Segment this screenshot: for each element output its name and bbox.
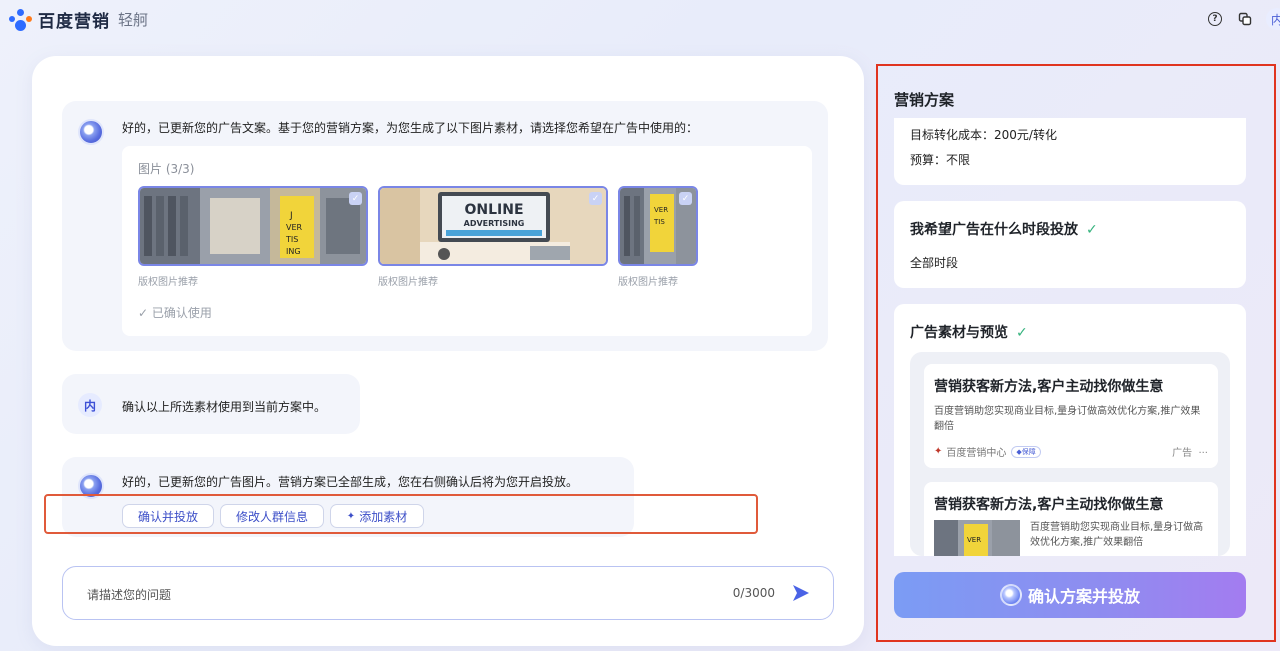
help-button[interactable]: ? [1204, 8, 1226, 30]
help-icon: ? [1208, 12, 1222, 26]
image-thumb-1[interactable]: J VER TIS ING ✓ [138, 186, 368, 266]
schedule-value: 全部时段 [910, 256, 959, 270]
online-text: ONLINE [464, 202, 523, 218]
user-message: 内 确认以上所选素材使用到当前方案中。 [62, 374, 360, 434]
svg-text:TIS: TIS [285, 235, 298, 244]
baidu-paw-icon [8, 8, 34, 31]
image-thumb-2[interactable]: ONLINE ADVERTISING ✓ [378, 186, 608, 266]
ad-preview-1[interactable]: 营销获客新方法,客户主动找你做生意 百度营销助您实现商业目标,量身订做高效优化方… [924, 364, 1218, 468]
copy-icon [1238, 12, 1252, 26]
brand-name: 百度营销 [38, 12, 110, 32]
ad-description: 百度营销助您实现商业目标,量身订做高效优化方案,推广效果翻倍 [1030, 522, 1204, 548]
highlight-box [44, 494, 758, 534]
baidu-logo-icon: ✦ [934, 446, 943, 457]
selected-check-icon: ✓ [349, 192, 362, 205]
confirm-plan-button[interactable]: 确认方案并投放 [894, 572, 1246, 618]
sub-brand-name: 轻舸 [118, 11, 149, 29]
schedule-card[interactable]: 我希望广告在什么时段投放 ✓ 全部时段 [894, 201, 1246, 288]
verified-badge: ◆ 保障 [1011, 445, 1041, 458]
logo[interactable]: 百度营销 轻舸 [8, 7, 148, 32]
svg-text:J: J [289, 211, 293, 221]
bot-avatar [78, 119, 104, 145]
check-icon: ✓ [1016, 325, 1028, 341]
plan-title: 营销方案 [894, 91, 955, 109]
bot-message: 好的，已更新您的广告文案。基于您的营销方案，为您生成了以下图片素材，请选择您希望… [62, 101, 828, 351]
user-message-avatar: 内 [78, 393, 102, 417]
top-bar: 百度营销 轻舸 ? 内 [0, 0, 1280, 38]
user-message-text: 确认以上所选素材使用到当前方案中。 [122, 400, 327, 414]
thumb-caption: 版权图片推荐 [138, 277, 198, 288]
budget: 预算：不限 [910, 153, 971, 167]
thumb-caption: 版权图片推荐 [378, 277, 438, 288]
svg-text:VER: VER [654, 206, 668, 214]
bot-message-text: 好的，已更新您的广告文案。基于您的营销方案，为您生成了以下图片素材，请选择您希望… [122, 121, 699, 135]
confirmed-status: ✓ 已确认使用 [138, 306, 212, 320]
ad-thumbnail-image: VER [934, 520, 1020, 556]
ad-title: 营销获客新方法,客户主动找你做生意 [934, 497, 1164, 513]
schedule-title: 我希望广告在什么时段投放 ✓ [910, 222, 1098, 238]
copy-button[interactable] [1234, 8, 1256, 30]
preview-title: 广告素材与预览 ✓ [910, 325, 1028, 341]
billboard-street-image: J VER TIS ING [140, 188, 366, 264]
check-icon: ✓ [1086, 222, 1098, 238]
more-icon: ··· [1198, 448, 1208, 459]
bot-message-text: 好的，已更新您的广告图片。营销方案已全部生成，您在右侧确认后将为您开启投放。 [122, 475, 579, 489]
ad-label: 广告 ··· [1172, 448, 1208, 459]
svg-text:TIS: TIS [653, 218, 665, 226]
online-advertising-image: ONLINE ADVERTISING [380, 188, 606, 264]
chat-panel: 好的，已更新您的广告文案。基于您的营销方案，为您生成了以下图片素材，请选择您希望… [32, 56, 864, 646]
selected-check-icon: ✓ [589, 192, 602, 205]
send-icon[interactable] [791, 583, 811, 603]
thumb-caption: 版权图片推荐 [618, 277, 678, 288]
goal-cost: 目标转化成本：200元/转化 [910, 128, 1057, 142]
advertising-text: ADVERTISING [464, 219, 525, 228]
preview-card: 广告素材与预览 ✓ 营销获客新方法,客户主动找你做生意 百度营销助您实现商业目标,… [894, 304, 1246, 556]
image-assets-panel: 图片 (3/3) J VER TIS ING ✓ 版权图片推荐 ONLINE A… [122, 146, 812, 336]
ad-description: 百度营销助您实现商业目标,量身订做高效优化方案,推广效果翻倍 [934, 406, 1201, 432]
image-thumb-3[interactable]: VER TIS ✓ [618, 186, 698, 266]
svg-text:ING: ING [286, 247, 301, 256]
ad-preview-list[interactable]: 营销获客新方法,客户主动找你做生意 百度营销助您实现商业目标,量身订做高效优化方… [910, 352, 1230, 556]
ad-preview-2[interactable]: 营销获客新方法,客户主动找你做生意 VER 百度营销助您实现商业目标,量身订做高… [924, 482, 1218, 556]
ai-orb-icon [999, 584, 1022, 606]
ad-title: 营销获客新方法,客户主动找你做生意 [934, 379, 1164, 395]
plan-summary-card: 目标转化成本：200元/转化 预算：不限 [894, 118, 1246, 185]
char-counter: 0/3000 [732, 586, 775, 600]
svg-text:VER: VER [286, 223, 303, 232]
selected-check-icon: ✓ [679, 192, 692, 205]
assets-count-title: 图片 (3/3) [138, 162, 195, 176]
svg-text:VER: VER [967, 536, 981, 544]
input-placeholder: 请描述您的问题 [87, 588, 172, 602]
ad-source: ✦ 百度营销中心 ◆ 保障 [934, 444, 1041, 459]
confirm-plan-label: 确认方案并投放 [1027, 587, 1140, 606]
question-input[interactable]: 请描述您的问题 0/3000 [62, 566, 834, 620]
user-avatar[interactable]: 内 [1266, 8, 1280, 30]
